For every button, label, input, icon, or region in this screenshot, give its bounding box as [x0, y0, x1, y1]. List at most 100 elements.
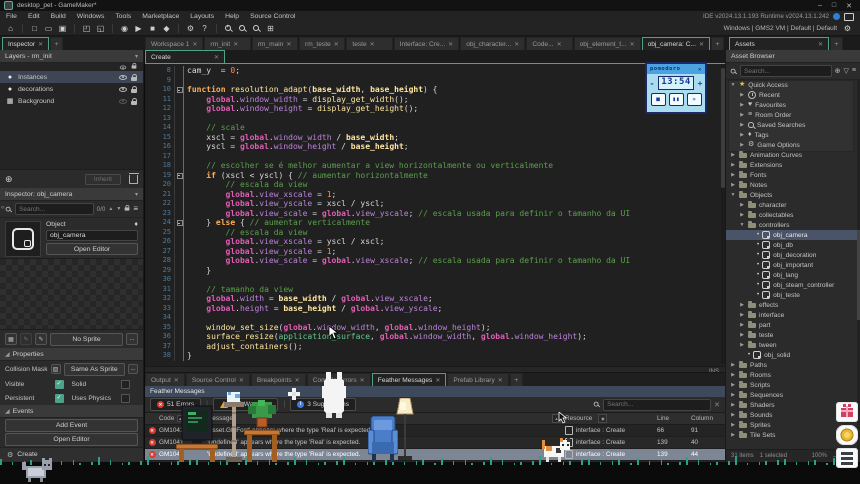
run-icon[interactable]: ▶: [133, 23, 144, 34]
tree-item-teste[interactable]: ▶teste: [726, 330, 860, 340]
pet-white-creature[interactable]: [322, 372, 348, 418]
tree-arrow-icon[interactable]: ▶: [730, 362, 736, 368]
tree-item-game-options[interactable]: ▶⚙Game Options: [726, 140, 860, 150]
zoom-reset-icon[interactable]: [251, 23, 262, 34]
eye-icon[interactable]: [120, 65, 126, 69]
checkbox-visible[interactable]: ✓: [55, 380, 64, 389]
close-icon[interactable]: ✕: [214, 54, 219, 61]
menu-file[interactable]: File: [6, 13, 17, 20]
settings-gear-icon[interactable]: ⚙: [185, 23, 196, 34]
close-icon[interactable]: ✕: [239, 377, 244, 384]
new-tab-button[interactable]: +: [50, 37, 63, 50]
tab-teste[interactable]: teste✕: [346, 37, 392, 50]
pet-tv-on-table[interactable]: [176, 400, 218, 462]
tree-item-obj-teste[interactable]: •obj_teste: [726, 290, 860, 300]
close-icon[interactable]: ✕: [286, 41, 291, 48]
pet-plant-on-table[interactable]: [244, 400, 280, 462]
tree-arrow-icon[interactable]: ▶: [730, 182, 736, 188]
asset-search-input[interactable]: [740, 65, 832, 77]
tab-source-control[interactable]: Source Control✕: [186, 373, 250, 386]
checkbox-solid[interactable]: [121, 380, 130, 389]
tree-item-extensions[interactable]: ▶Extensions: [726, 160, 860, 170]
tree-arrow-icon[interactable]: ▶: [739, 212, 745, 218]
eye-icon[interactable]: [119, 75, 127, 80]
tree-item-tags[interactable]: ▶♦Tags: [726, 130, 860, 140]
close-icon[interactable]: ✕: [435, 377, 440, 384]
layer-row-decorations[interactable]: ●decorations: [0, 83, 143, 95]
object-name-field[interactable]: obj_camera: [46, 230, 138, 241]
menu-tools[interactable]: Tools: [115, 13, 131, 20]
device-icon[interactable]: [844, 13, 854, 21]
tree-arrow-icon[interactable]: ▶: [739, 102, 745, 108]
object-thumbnail[interactable]: [5, 221, 41, 257]
pomodoro-widget[interactable]: pomodoro ✕ - 13:54 + ■ ▮▮ »: [645, 62, 707, 114]
pomodoro-title-bar[interactable]: pomodoro ✕: [647, 64, 705, 74]
open-editor-button[interactable]: Open Editor: [46, 243, 138, 255]
help-icon[interactable]: ?: [199, 23, 210, 34]
tree-arrow-icon[interactable]: ▶: [739, 202, 745, 208]
layer-row-background[interactable]: ▦Background: [0, 95, 143, 107]
tree-item-obj-decoration[interactable]: •obj_decoration: [726, 250, 860, 260]
tree-item-obj-steam-controller[interactable]: •obj_steam_controller: [726, 280, 860, 290]
user-avatar[interactable]: [833, 13, 840, 20]
close-icon[interactable]: ✕: [818, 41, 823, 48]
tree-item-fonts[interactable]: ▶Fonts: [726, 170, 860, 180]
pomodoro-skip-button[interactable]: »: [687, 93, 702, 106]
tree-item-rooms[interactable]: ▶Rooms: [726, 370, 860, 380]
tree-arrow-icon[interactable]: ▶: [739, 122, 745, 128]
lock-icon[interactable]: [131, 101, 137, 105]
fold-marker[interactable]: [174, 218, 183, 228]
menu-windows[interactable]: Windows: [77, 13, 105, 20]
no-sprite-button[interactable]: No Sprite: [50, 333, 123, 346]
close-icon[interactable]: ✕: [334, 41, 339, 48]
close-icon[interactable]: ✕: [360, 377, 365, 384]
add-event-button[interactable]: Add Event: [5, 419, 138, 432]
close-icon[interactable]: ✕: [38, 41, 43, 48]
tree-arrow-icon[interactable]: ▶: [730, 172, 736, 178]
home-icon[interactable]: ⌂: [5, 23, 16, 34]
tree-item-sequences[interactable]: ▶Sequences: [726, 390, 860, 400]
tree-item-room-order[interactable]: ▶≡Room Order: [726, 110, 860, 120]
tab-prefab-library[interactable]: Prefab Library✕: [447, 373, 508, 386]
pomodoro-pause-button[interactable]: ▮▮: [669, 93, 684, 106]
tree-item-collectables[interactable]: ▶collectables: [726, 210, 860, 220]
tree-item-controllers[interactable]: ▼controllers: [726, 220, 860, 230]
tree-arrow-icon[interactable]: ▶: [739, 342, 745, 348]
tree-item-animation-curves[interactable]: ▶Animation Curves: [726, 150, 860, 160]
tree-item-interface[interactable]: ▶interface: [726, 310, 860, 320]
tab-breakpoints[interactable]: Breakpoints✕: [251, 373, 306, 386]
tree-item-obj-db[interactable]: •obj_db: [726, 240, 860, 250]
tree-arrow-icon[interactable]: ▶: [730, 162, 736, 168]
tree-arrow-icon[interactable]: ▶: [730, 422, 736, 428]
tree-arrow-icon[interactable]: ▶: [730, 392, 736, 398]
tree-item-scripts[interactable]: ▶Scripts: [726, 380, 860, 390]
close-icon[interactable]: ✕: [698, 66, 702, 73]
inspector-header[interactable]: Inspector: obj_camera ▾: [0, 188, 143, 201]
tab-obj-camera-c[interactable]: obj_camera: C...✕: [642, 37, 710, 50]
tab-rm-init[interactable]: rm_init✕: [204, 37, 250, 50]
checkbox-uses-physics[interactable]: [121, 394, 130, 403]
tab-output[interactable]: Output✕: [145, 373, 185, 386]
tree-item-paths[interactable]: ▶Paths: [726, 360, 860, 370]
tree-item-notes[interactable]: ▶Notes: [726, 180, 860, 190]
laptop-layout-icon[interactable]: ⊞: [265, 23, 276, 34]
collision-mask-more[interactable]: ...: [128, 364, 138, 374]
tag-icon[interactable]: ♦: [134, 221, 138, 228]
close-button[interactable]: ✕: [846, 2, 852, 10]
lock-icon[interactable]: [131, 89, 137, 93]
collision-mask-select[interactable]: Same As Sprite: [64, 363, 125, 376]
inspector-search-input[interactable]: [15, 203, 94, 215]
tab-code[interactable]: Code...✕: [526, 37, 572, 50]
new-tab-button[interactable]: +: [830, 37, 843, 50]
tree-arrow-icon[interactable]: ▶: [730, 402, 736, 408]
tree-arrow-icon[interactable]: ▼: [730, 192, 736, 198]
pet-white-flower[interactable]: [288, 388, 300, 402]
menu-build[interactable]: Build: [51, 13, 66, 20]
maximize-button[interactable]: □: [832, 2, 836, 10]
tree-arrow-icon[interactable]: ▶: [730, 412, 736, 418]
search-prev-icon[interactable]: ▲: [108, 206, 113, 212]
pet-calico-cat[interactable]: [542, 436, 572, 462]
close-icon[interactable]: ✕: [192, 41, 197, 48]
minimize-button[interactable]: –: [818, 2, 822, 10]
tree-arrow-icon[interactable]: ▶: [739, 132, 745, 138]
